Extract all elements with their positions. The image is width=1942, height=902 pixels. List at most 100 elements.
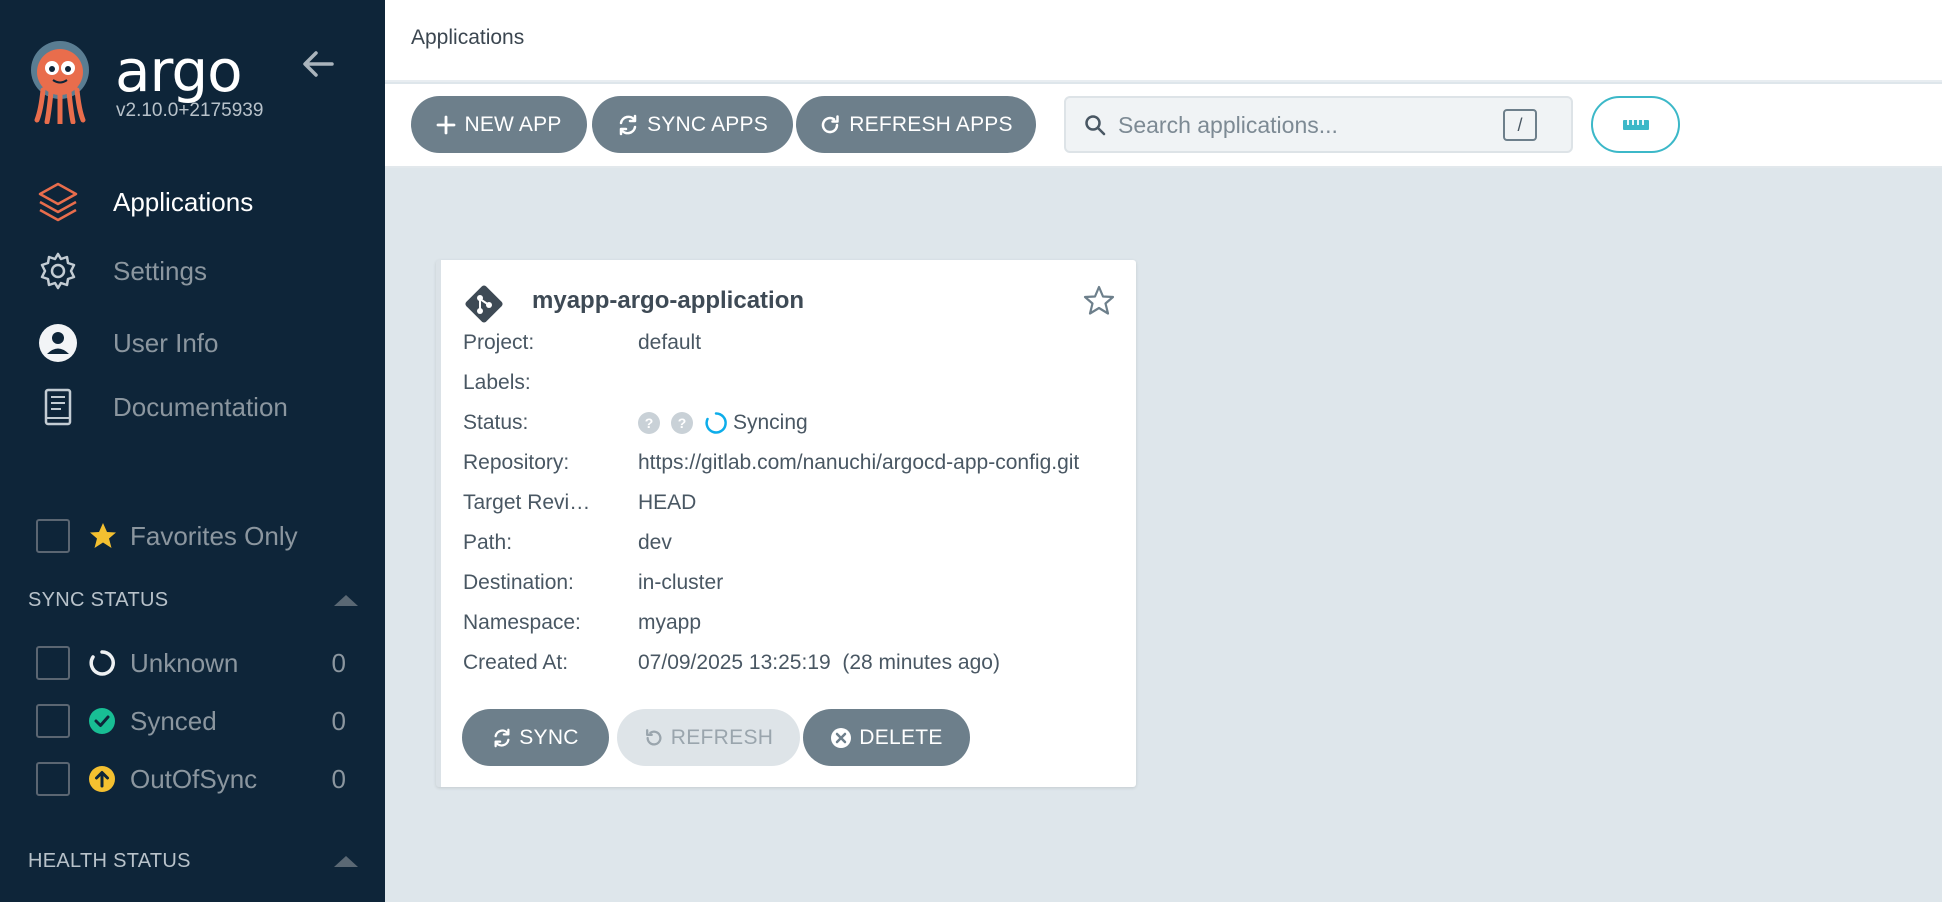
git-icon [465, 285, 503, 323]
field-row-namespace: Namespace: myapp [463, 611, 1133, 641]
field-value: in-cluster [638, 571, 724, 594]
field-value: dev [638, 531, 672, 554]
new-app-label: NEW APP [464, 112, 562, 136]
field-key: Repository: [463, 451, 570, 474]
sync-button[interactable]: SYNC [462, 709, 609, 766]
collapse-caret-icon[interactable] [334, 594, 358, 606]
filter-label-synced: Synced [130, 705, 217, 736]
field-row-target-revision: Target Revi… HEAD [463, 491, 1133, 521]
nav-label-applications: Applications [113, 186, 254, 217]
sync-icon [494, 728, 510, 747]
field-key: Project: [463, 331, 535, 354]
filter-label-outofsync: OutOfSync [130, 763, 258, 794]
refresh-icon [645, 728, 662, 746]
favorites-only-checkbox[interactable] [36, 519, 70, 553]
field-row-labels: Labels: [463, 371, 1133, 401]
refresh-apps-label: REFRESH APPS [849, 112, 1013, 136]
collapse-caret-icon[interactable] [334, 855, 358, 867]
page-title: Applications [411, 26, 525, 49]
filter-label-unknown: Unknown [130, 647, 239, 678]
plus-icon [437, 115, 456, 134]
refresh-button[interactable]: REFRESH [617, 709, 800, 766]
field-row-project: Project: default [463, 331, 1133, 361]
field-row-path: Path: dev [463, 531, 1133, 561]
nav-item-user-info[interactable]: User Info [0, 313, 385, 373]
delete-button[interactable]: DELETE [803, 709, 970, 766]
field-row-created-at: Created At: 07/09/2025 13:25:19 (28 minu… [463, 651, 1133, 681]
sync-apps-button[interactable]: SYNC APPS [592, 96, 793, 153]
nav-label-user-info: User Info [113, 327, 219, 358]
nav-item-settings[interactable]: Settings [0, 241, 385, 301]
nav-label-documentation: Documentation [113, 391, 288, 422]
collapse-sidebar-arrow-icon[interactable] [300, 48, 336, 80]
field-value: HEAD [638, 491, 697, 514]
field-value: default [638, 331, 702, 354]
sidebar: argo v2.10.0+2175939 Applications Settin… [0, 0, 385, 902]
nav-item-documentation[interactable]: Documentation [0, 377, 385, 437]
toolbar: NEW APP SYNC APPS REFRESH APPS / [385, 84, 1942, 168]
close-circle-icon [831, 727, 852, 748]
search-box[interactable]: / [1064, 96, 1573, 153]
search-icon [1085, 115, 1106, 136]
app-name[interactable]: myapp-argo-application [532, 287, 804, 315]
field-value: 07/09/2025 13:25:19 (28 minutes ago) [638, 651, 1000, 674]
health-status-title: HEALTH STATUS [28, 849, 191, 872]
field-key: Status: [463, 411, 529, 434]
favorites-only-label: Favorites Only [130, 520, 298, 551]
search-shortcut-key: / [1503, 109, 1537, 141]
filter-item-outofsync[interactable]: OutOfSync 0 [36, 759, 346, 799]
sync-status-title: SYNC STATUS [28, 588, 169, 611]
top-bar: Applications [385, 0, 1942, 82]
view-options-button[interactable] [1591, 96, 1680, 153]
search-input[interactable] [1118, 106, 1498, 144]
refresh-apps-button[interactable]: REFRESH APPS [796, 96, 1036, 153]
sync-label: SYNC [519, 725, 579, 749]
field-key: Labels: [463, 371, 531, 394]
circle-notch-icon [88, 649, 116, 677]
field-key: Target Revi… [463, 491, 591, 514]
field-value: https://gitlab.com/nanuchi/argocd-app-co… [638, 451, 1080, 474]
user-circle-icon [36, 321, 80, 365]
filter-count-unknown: 0 [331, 647, 346, 678]
new-app-button[interactable]: NEW APP [411, 96, 587, 153]
brand-name: argo [115, 37, 243, 105]
syncing-spinner-icon [705, 412, 727, 434]
application-card[interactable]: myapp-argo-application Project: default … [436, 260, 1136, 787]
favorites-only-filter[interactable]: Favorites Only [36, 518, 298, 554]
filter-checkbox-unknown[interactable] [36, 646, 70, 680]
sync-unknown-icon: ? [671, 412, 693, 434]
filter-checkbox-synced[interactable] [36, 704, 70, 738]
field-key: Path: [463, 531, 513, 554]
filter-count-synced: 0 [331, 705, 346, 736]
layers-icon [36, 180, 80, 224]
field-key: Namespace: [463, 611, 581, 634]
sync-icon [619, 114, 637, 135]
field-key: Created At: [463, 651, 569, 674]
star-filled-icon [90, 523, 116, 548]
filter-item-synced[interactable]: Synced 0 [36, 701, 346, 741]
sync-status-header[interactable]: SYNC STATUS [28, 585, 358, 615]
status-label: Syncing [733, 411, 808, 434]
favorite-star-icon[interactable] [1082, 284, 1116, 318]
field-row-status: Status: ? ? Syncing [463, 411, 1133, 441]
delete-label: DELETE [859, 725, 943, 749]
gear-icon [36, 249, 80, 293]
filter-checkbox-outofsync[interactable] [36, 762, 70, 796]
field-row-repository: Repository: https://gitlab.com/nanuchi/a… [463, 451, 1133, 481]
nav-item-applications[interactable]: Applications [0, 172, 385, 232]
field-key: Destination: [463, 571, 574, 594]
arrow-up-circle-icon [88, 765, 116, 793]
health-status-header[interactable]: HEALTH STATUS [28, 846, 358, 876]
argo-logo-icon [31, 41, 89, 124]
status-value: ? ? Syncing [638, 411, 1118, 435]
refresh-label: REFRESH [670, 725, 774, 749]
book-icon [36, 385, 80, 429]
refresh-icon [822, 114, 840, 133]
filter-count-outofsync: 0 [331, 763, 346, 794]
sync-apps-label: SYNC APPS [647, 112, 768, 136]
field-value: myapp [638, 611, 702, 634]
health-unknown-icon: ? [638, 412, 660, 434]
filter-item-unknown[interactable]: Unknown 0 [36, 643, 346, 683]
ruler-icon [1622, 119, 1649, 130]
nav-label-settings: Settings [113, 255, 207, 286]
